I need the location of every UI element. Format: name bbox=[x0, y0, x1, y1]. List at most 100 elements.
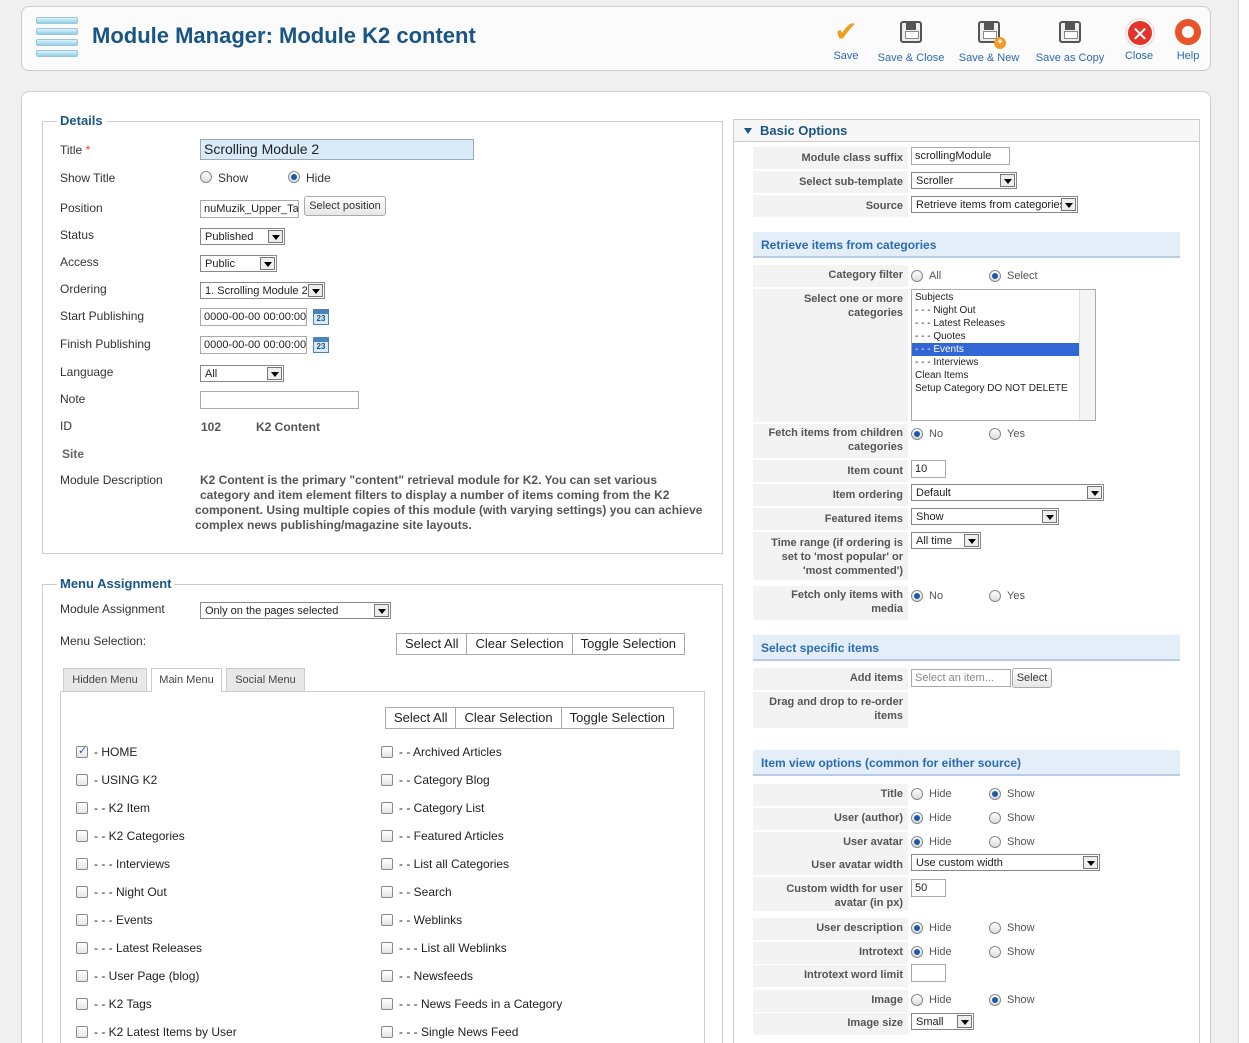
menu-item-checkbox[interactable] bbox=[76, 970, 88, 982]
menu-item-checkbox[interactable] bbox=[76, 830, 88, 842]
introtext-limit-input[interactable] bbox=[911, 964, 946, 982]
user-avatar-label: User avatar bbox=[843, 836, 903, 848]
save-button[interactable]: ✔ Save bbox=[826, 18, 866, 63]
menu-item-checkbox[interactable] bbox=[76, 886, 88, 898]
save-new-button[interactable]: + Save & New bbox=[956, 19, 1022, 64]
menu-item-checkbox[interactable] bbox=[381, 746, 393, 758]
menu-item-checkbox[interactable] bbox=[76, 1026, 88, 1038]
menu-item-checkbox[interactable] bbox=[381, 858, 393, 870]
menu-item-checkbox[interactable] bbox=[76, 744, 88, 758]
select-item-button[interactable]: Select bbox=[1012, 668, 1052, 688]
module-assignment-select[interactable]: Only on the pages selected bbox=[200, 602, 391, 619]
item-count-input[interactable]: 10 bbox=[911, 460, 946, 478]
menu-item-checkbox[interactable] bbox=[381, 942, 393, 954]
select-all-button[interactable]: Select All bbox=[397, 634, 468, 654]
category-option[interactable]: Subjects bbox=[912, 291, 1095, 304]
fetch-children-no-radio[interactable] bbox=[911, 428, 923, 440]
user-description-hide-radio[interactable] bbox=[911, 922, 923, 934]
menu-item-checkbox[interactable] bbox=[76, 774, 88, 786]
select-position-button[interactable]: Select position bbox=[304, 196, 386, 216]
category-option[interactable]: - - - Events bbox=[912, 343, 1095, 356]
image-size-select[interactable]: Small bbox=[911, 1013, 974, 1030]
window-scrollbar[interactable] bbox=[1238, 0, 1249, 1043]
tab-hidden-menu[interactable]: Hidden Menu bbox=[63, 668, 147, 692]
fetch-media-no-radio[interactable] bbox=[911, 590, 923, 602]
menu-item-checkbox[interactable] bbox=[76, 802, 88, 814]
ordering-select[interactable]: 1. Scrolling Module 2 bbox=[200, 282, 325, 299]
fetch-media-yes-radio[interactable] bbox=[989, 590, 1001, 602]
title-hide-radio[interactable] bbox=[911, 788, 923, 800]
clear-selection-button[interactable]: Clear Selection bbox=[456, 708, 562, 728]
scrollbar[interactable] bbox=[1079, 290, 1095, 420]
show-title-hide-radio[interactable] bbox=[288, 171, 300, 183]
clear-selection-button[interactable]: Clear Selection bbox=[467, 634, 573, 654]
help-button[interactable]: Help bbox=[1172, 19, 1204, 62]
image-show-radio[interactable] bbox=[989, 994, 1001, 1006]
category-filter-select-radio[interactable] bbox=[989, 270, 1001, 282]
menu-item-checkbox[interactable] bbox=[381, 830, 393, 842]
toggle-selection-button[interactable]: Toggle Selection bbox=[573, 634, 684, 654]
custom-width-input[interactable]: 50 bbox=[911, 879, 946, 897]
status-select[interactable]: Published bbox=[200, 228, 285, 245]
menu-item-checkbox[interactable] bbox=[76, 858, 88, 870]
user-description-show-radio[interactable] bbox=[989, 922, 1001, 934]
menu-item-checkbox[interactable] bbox=[381, 970, 393, 982]
user-author-show-radio[interactable] bbox=[989, 812, 1001, 824]
sub-template-label: Select sub-template bbox=[799, 176, 903, 188]
user-author-hide-radio[interactable] bbox=[911, 812, 923, 824]
show-title-show-radio[interactable] bbox=[200, 171, 212, 183]
tab-social-menu[interactable]: Social Menu bbox=[226, 668, 305, 692]
menu-item-checkbox[interactable] bbox=[76, 914, 88, 926]
category-option[interactable]: Setup Category DO NOT DELETE bbox=[912, 382, 1095, 395]
category-option[interactable]: - - - Quotes bbox=[912, 330, 1095, 343]
fetch-children-yes-radio[interactable] bbox=[989, 428, 1001, 440]
title-input[interactable]: Scrolling Module 2 bbox=[200, 139, 474, 160]
add-items-input[interactable]: Select an item... bbox=[911, 669, 1011, 687]
show-option-label: Show bbox=[1007, 836, 1035, 848]
menu-item-checkbox[interactable] bbox=[381, 914, 393, 926]
category-option[interactable]: - - - Latest Releases bbox=[912, 317, 1095, 330]
image-hide-radio[interactable] bbox=[911, 994, 923, 1006]
basic-options-header[interactable]: Basic Options bbox=[734, 120, 1199, 142]
select-all-button[interactable]: Select All bbox=[386, 708, 457, 728]
menu-item-label: - - Newsfeeds bbox=[399, 969, 474, 983]
menu-item-checkbox[interactable] bbox=[381, 802, 393, 814]
category-filter-all-radio[interactable] bbox=[911, 270, 923, 282]
user-avatar-hide-radio[interactable] bbox=[911, 836, 923, 848]
menu-item-checkbox[interactable] bbox=[381, 886, 393, 898]
finish-publishing-input[interactable]: 0000-00-00 00:00:00 bbox=[200, 336, 307, 354]
tab-main-menu[interactable]: Main Menu bbox=[151, 668, 222, 692]
source-select[interactable]: Retrieve items from categories bbox=[911, 196, 1078, 213]
calendar-icon[interactable]: 23 bbox=[313, 337, 329, 353]
category-option[interactable]: - - - Night Out bbox=[912, 304, 1095, 317]
category-option[interactable]: - - - Interviews bbox=[912, 356, 1095, 369]
sub-template-select[interactable]: Scroller bbox=[911, 172, 1017, 189]
categories-listbox[interactable]: Subjects - - - Night Out - - - Latest Rele… bbox=[911, 289, 1096, 421]
user-avatar-show-radio[interactable] bbox=[989, 836, 1001, 848]
show-option-label: Show bbox=[218, 171, 249, 185]
introtext-hide-radio[interactable] bbox=[911, 946, 923, 958]
module-class-suffix-input[interactable]: scrollingModule bbox=[911, 147, 1010, 165]
save-as-copy-button[interactable]: Save as Copy bbox=[1034, 19, 1106, 64]
time-range-select[interactable]: All time bbox=[911, 532, 981, 549]
menu-item-checkbox[interactable] bbox=[381, 1026, 393, 1038]
introtext-show-radio[interactable] bbox=[989, 946, 1001, 958]
access-select[interactable]: Public bbox=[200, 255, 277, 272]
save-close-button[interactable]: Save & Close bbox=[874, 19, 948, 64]
category-option[interactable]: Clean Items bbox=[912, 369, 1095, 382]
menu-item-checkbox[interactable] bbox=[76, 998, 88, 1010]
featured-items-select[interactable]: Show bbox=[911, 508, 1059, 525]
close-button[interactable]: ✕ Close bbox=[1120, 19, 1158, 62]
calendar-icon[interactable]: 23 bbox=[313, 309, 329, 325]
menu-item-checkbox[interactable] bbox=[381, 998, 393, 1010]
language-select[interactable]: All bbox=[200, 365, 284, 382]
menu-item-checkbox[interactable] bbox=[381, 774, 393, 786]
avatar-width-select[interactable]: Use custom width bbox=[911, 854, 1100, 871]
title-show-radio[interactable] bbox=[989, 788, 1001, 800]
item-ordering-select[interactable]: Default bbox=[911, 484, 1104, 501]
menu-item-checkbox[interactable] bbox=[76, 942, 88, 954]
start-publishing-input[interactable]: 0000-00-00 00:00:00 bbox=[200, 308, 307, 326]
toggle-selection-button[interactable]: Toggle Selection bbox=[562, 708, 673, 728]
position-input[interactable]: nuMuzik_Upper_Tab bbox=[200, 200, 299, 218]
note-input[interactable] bbox=[200, 391, 359, 409]
